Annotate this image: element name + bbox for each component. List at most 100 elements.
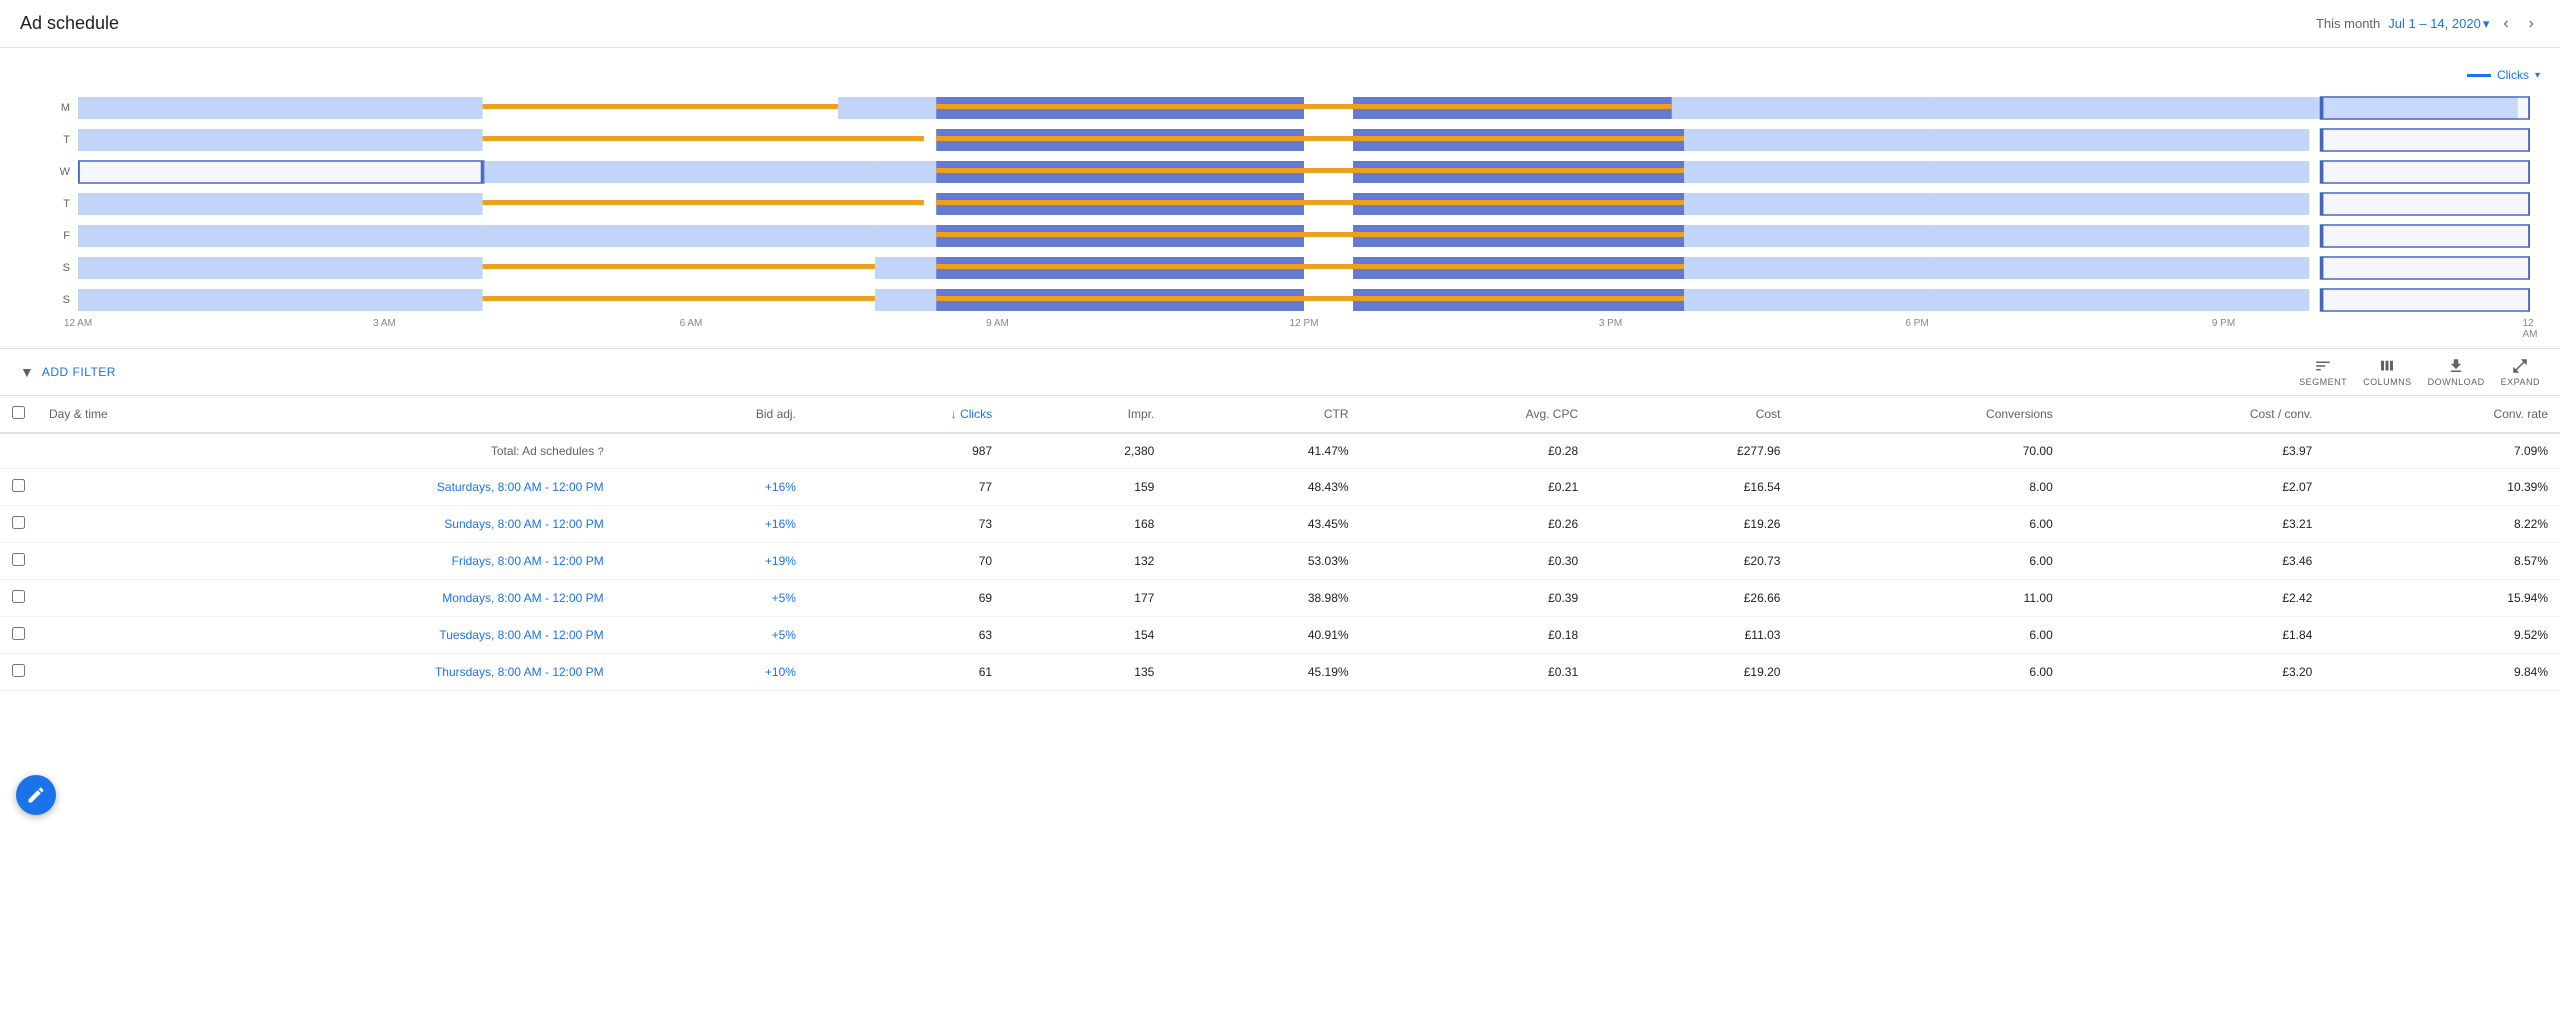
segment-icon [2314,357,2332,375]
total-ctr: 41.47% [1166,433,1360,469]
row-checkbox-col[interactable] [0,543,37,580]
table-row: Mondays, 8:00 AM - 12:00 PM +5% 69 177 3… [0,580,2560,617]
schedule-row-m0: M [50,94,2530,122]
row-clicks: 61 [808,654,1004,691]
chart-legend: Clicks ▾ [20,68,2540,82]
row-bars[interactable] [78,128,2530,152]
download-icon [2447,357,2465,375]
row-clicks: 63 [808,617,1004,654]
time-label-8: 12 AM [2523,318,2538,340]
row-avg-cpc: £0.31 [1361,654,1591,691]
day-label: F [50,230,70,242]
day-label: S [50,262,70,274]
header-checkbox-col [0,396,37,433]
row-conv-rate: 10.39% [2324,469,2560,506]
row-clicks: 73 [808,506,1004,543]
row-bid-adj: +16% [616,506,808,543]
table-header-row: Day & time Bid adj. ↓ Clicks Impr. CTR A… [0,396,2560,433]
next-date-button[interactable]: › [2523,13,2540,35]
segment-label: SEGMENT [2299,377,2347,387]
row-bars[interactable] [78,160,2530,184]
dropdown-arrow-icon: ▾ [2483,16,2490,32]
row-checkbox-col[interactable] [0,506,37,543]
chart-container: Clicks ▾ MTWTFSS 12 AM3 AM6 AM9 AM12 PM3… [0,48,2560,348]
header-right: This month Jul 1 – 14, 2020 ▾ ‹ › [2316,13,2540,35]
header-conversions: Conversions [1792,396,2064,433]
row-checkbox-2[interactable] [12,553,25,566]
row-checkbox-col[interactable] [0,469,37,506]
row-cost-conv: £2.07 [2065,469,2325,506]
day-label: T [50,134,70,146]
add-filter-button[interactable]: ADD FILTER [42,365,116,379]
download-button[interactable]: DOWNLOAD [2428,357,2485,387]
columns-label: COLUMNS [2363,377,2412,387]
table-body: Total: Ad schedules ? 987 2,380 41.47% £… [0,433,2560,691]
legend-label-clicks: Clicks [2497,68,2529,82]
schedule-row-svg [78,288,2530,312]
schedule-row-t1: T [50,126,2530,154]
row-conversions: 6.00 [1792,506,2064,543]
row-ctr: 45.19% [1166,654,1360,691]
table-row: Fridays, 8:00 AM - 12:00 PM +19% 70 132 … [0,543,2560,580]
day-label: W [50,166,70,178]
row-checkbox-col[interactable] [0,580,37,617]
date-range-text: Jul 1 – 14, 2020 [2388,16,2481,31]
total-cost-conv: £3.97 [2065,433,2325,469]
row-bid-adj: +5% [616,580,808,617]
table-header: Day & time Bid adj. ↓ Clicks Impr. CTR A… [0,396,2560,433]
total-clicks: 987 [808,433,1004,469]
time-label-3: 9 AM [986,318,1009,329]
table-total-row: Total: Ad schedules ? 987 2,380 41.47% £… [0,433,2560,469]
header-clicks[interactable]: ↓ Clicks [808,396,1004,433]
row-day-time: Tuesdays, 8:00 AM - 12:00 PM [37,617,616,654]
row-bid-adj: +19% [616,543,808,580]
row-bars[interactable] [78,96,2530,120]
row-checkbox-4[interactable] [12,627,25,640]
select-all-checkbox[interactable] [12,406,25,419]
legend-line-clicks [2467,74,2491,77]
row-checkbox-col[interactable] [0,617,37,654]
row-cost: £19.20 [1590,654,1792,691]
row-avg-cpc: £0.30 [1361,543,1591,580]
row-conv-rate: 8.57% [2324,543,2560,580]
row-bars[interactable] [78,256,2530,280]
table-row: Thursdays, 8:00 AM - 12:00 PM +10% 61 13… [0,654,2560,691]
expand-button[interactable]: EXPAND [2501,357,2540,387]
day-label: T [50,198,70,210]
row-conversions: 11.00 [1792,580,2064,617]
toolbar-buttons: SEGMENT COLUMNS DOWNLOAD EXPAND [2299,357,2540,387]
filter-icon: ▼ [20,364,34,380]
row-bars[interactable] [78,288,2530,312]
page-header: Ad schedule This month Jul 1 – 14, 2020 … [0,0,2560,48]
prev-date-button[interactable]: ‹ [2497,13,2514,35]
legend-clicks[interactable]: Clicks ▾ [2467,68,2540,82]
schedule-row-s6: S [50,286,2530,314]
time-label-0: 12 AM [64,318,92,329]
row-checkbox-1[interactable] [12,516,25,529]
total-conv-rate: 7.09% [2324,433,2560,469]
row-ctr: 48.43% [1166,469,1360,506]
header-impr: Impr. [1004,396,1166,433]
row-impr: 159 [1004,469,1166,506]
row-checkbox-col[interactable] [0,654,37,691]
row-conversions: 6.00 [1792,617,2064,654]
edit-fab-button[interactable] [16,775,56,815]
row-ctr: 38.98% [1166,580,1360,617]
row-cost: £11.03 [1590,617,1792,654]
date-range-dropdown[interactable]: Jul 1 – 14, 2020 ▾ [2388,16,2489,32]
row-bid-adj: +10% [616,654,808,691]
row-bars[interactable] [78,192,2530,216]
row-checkbox-5[interactable] [12,664,25,677]
schedule-row-svg [78,256,2530,280]
schedule-row-t3: T [50,190,2530,218]
segment-button[interactable]: SEGMENT [2299,357,2347,387]
row-cost: £16.54 [1590,469,1792,506]
row-ctr: 43.45% [1166,506,1360,543]
filter-left: ▼ ADD FILTER [20,364,116,380]
row-bars[interactable] [78,224,2530,248]
row-checkbox-3[interactable] [12,590,25,603]
columns-button[interactable]: COLUMNS [2363,357,2412,387]
row-checkbox-0[interactable] [12,479,25,492]
total-checkbox-col [0,433,37,469]
header-cost: Cost [1590,396,1792,433]
